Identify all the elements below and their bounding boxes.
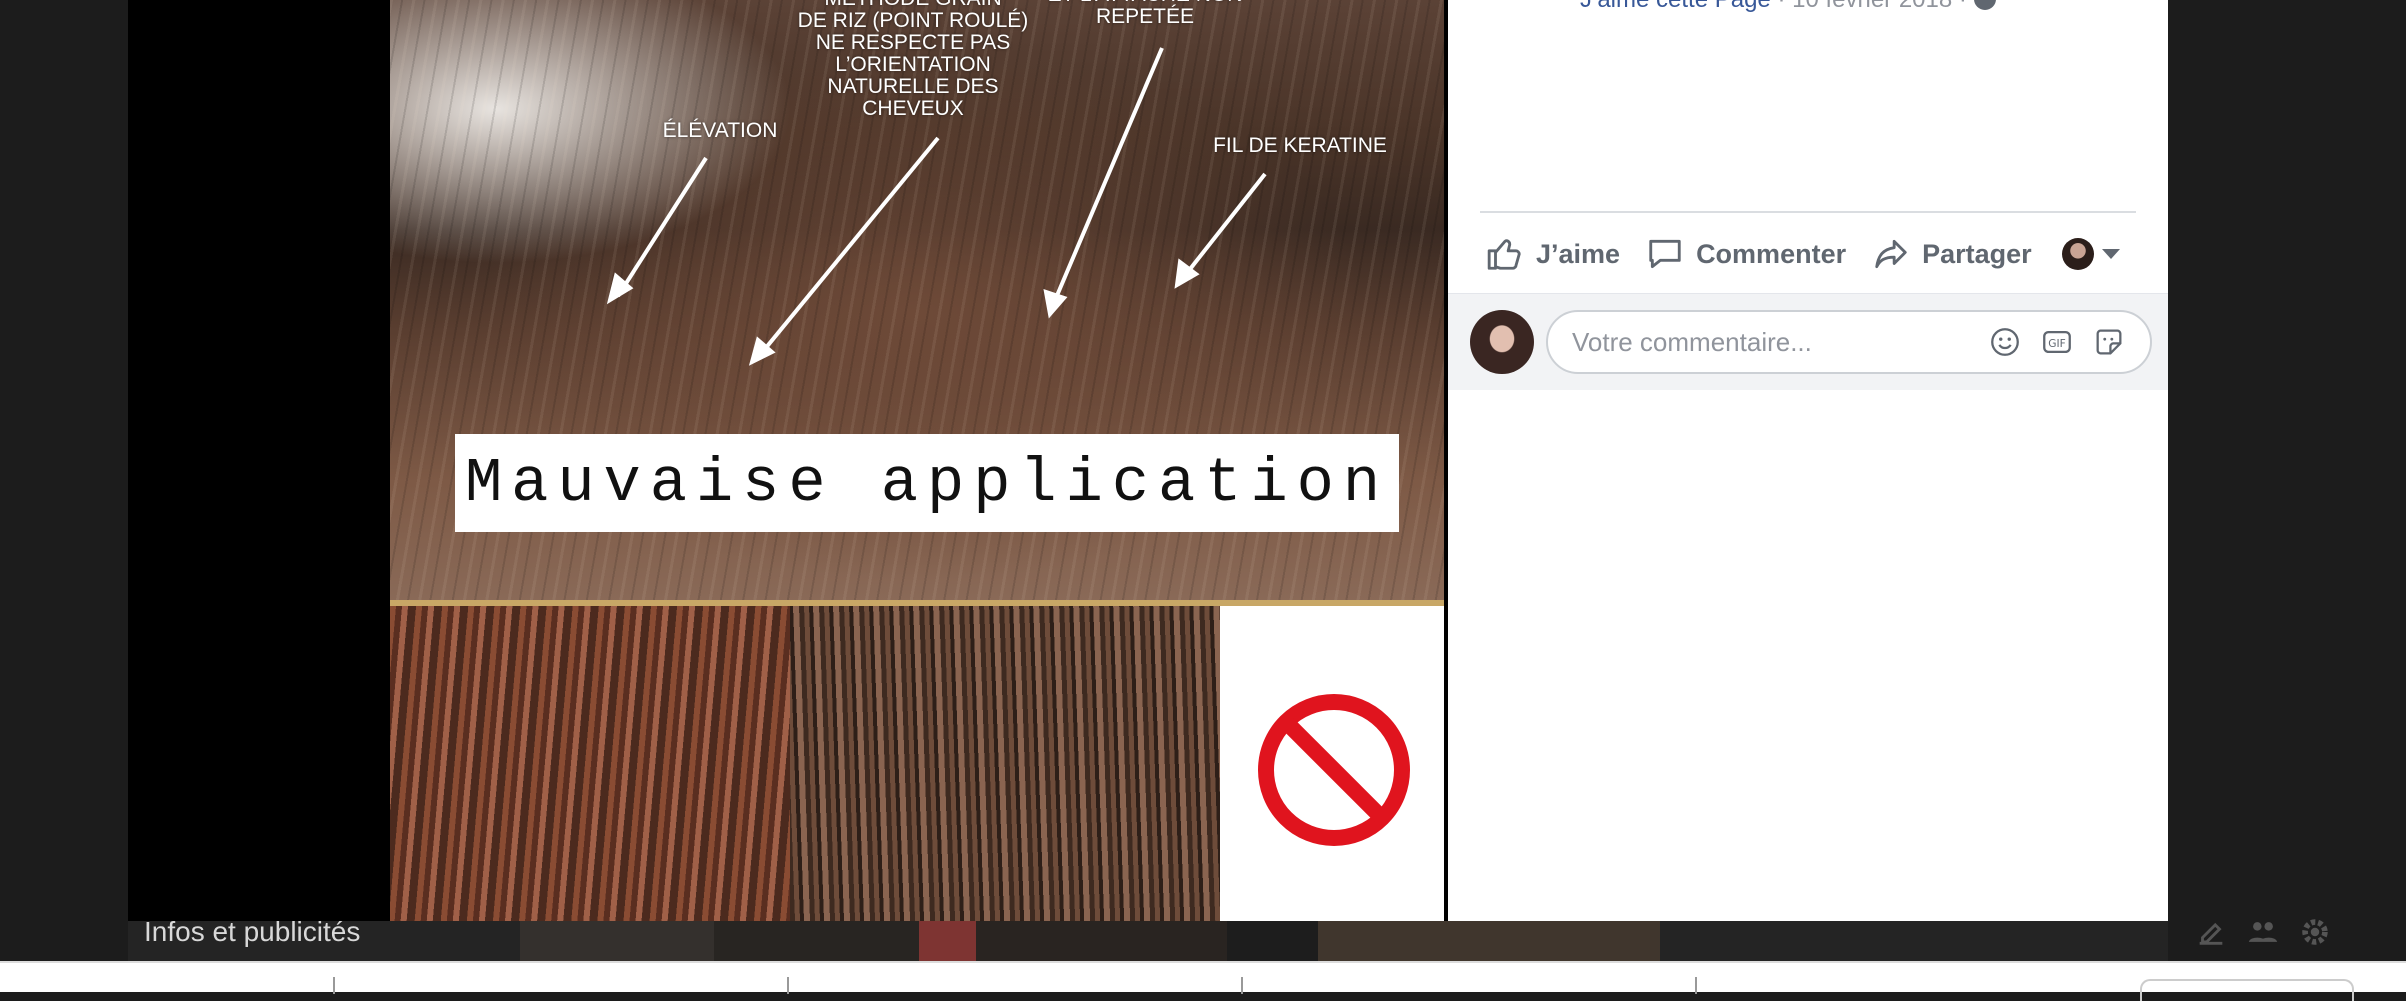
- label-keratine: FIL DE KERATINE: [1213, 134, 1387, 157]
- like-page-link[interactable]: J’aime cette Page: [1580, 0, 1771, 13]
- caption-text: Mauvaise application: [464, 447, 1390, 519]
- bottom-separator: [1241, 977, 1243, 994]
- actions-divider: [1480, 211, 2136, 213]
- share-label: Partager: [1922, 238, 2032, 269]
- post-date[interactable]: 10 février 2018: [1792, 0, 1952, 13]
- comment-label: Commenter: [1696, 238, 1847, 269]
- caret-down-icon: [2101, 249, 2120, 259]
- label-elevation: ÉLÉVATION: [662, 119, 778, 142]
- meta-separator: ·: [1952, 0, 1973, 13]
- bottom-separator: [1695, 977, 1697, 994]
- bottom-separator: [333, 977, 335, 994]
- post-actions: J’aime Commenter Partager: [1486, 228, 2120, 280]
- svg-text:GIF: GIF: [2048, 337, 2065, 350]
- comment-input[interactable]: Votre commentaire... GIF: [1546, 310, 2152, 374]
- photo-hair-bottom-left: [390, 606, 790, 921]
- underlay-tools: [2146, 902, 2406, 962]
- like-icon: [1487, 239, 1521, 270]
- bottom-bar: [0, 961, 2406, 1001]
- sticker-icon[interactable]: [2092, 325, 2126, 359]
- comment-placeholder: Votre commentaire...: [1572, 326, 1812, 357]
- like-button[interactable]: J’aime: [1486, 235, 1620, 273]
- emoji-icon[interactable]: [1988, 325, 2022, 359]
- globe-icon: [1973, 0, 1996, 10]
- comment-button[interactable]: Commenter: [1646, 235, 1846, 273]
- avatar: [1470, 310, 1534, 374]
- meta-separator: ·: [1771, 0, 1792, 13]
- caption-box: Mauvaise application: [455, 434, 1399, 532]
- photo-viewer[interactable]: MÉTHODE GRAIN DE RIZ (POINT ROULÉ) NE RE…: [128, 0, 1448, 921]
- settings-gear-icon[interactable]: [2298, 915, 2332, 949]
- label-methode: MÉTHODE GRAIN DE RIZ (POINT ROULÉ) NE RE…: [797, 0, 1029, 120]
- comment-input-tools: GIF: [1988, 325, 2126, 359]
- no-sign-icon: [1258, 694, 1410, 846]
- post-side-panel: J’aime cette Page · 10 février 2018 · J’…: [1448, 0, 2168, 921]
- share-button[interactable]: Partager: [1872, 235, 2032, 273]
- reaction-identity-selector[interactable]: [2061, 238, 2120, 270]
- avatar: [2061, 238, 2094, 270]
- photo-no-sign-panel: [1220, 606, 1444, 921]
- comment-icon: [1649, 239, 1681, 269]
- underlay-thumbnails: [520, 921, 1660, 961]
- gif-icon[interactable]: GIF: [2040, 325, 2074, 359]
- post-photo[interactable]: MÉTHODE GRAIN DE RIZ (POINT ROULÉ) NE RE…: [390, 0, 1444, 921]
- like-label: J’aime: [1536, 238, 1621, 269]
- comment-composer: Votre commentaire... GIF: [1448, 293, 2168, 390]
- bottom-bar-button[interactable]: [2140, 979, 2354, 1001]
- post-meta: J’aime cette Page · 10 février 2018 ·: [1580, 0, 1996, 14]
- share-icon: [1875, 239, 1907, 269]
- bottom-separator: [787, 977, 789, 994]
- photo-hair-bottom-middle: [790, 606, 1220, 921]
- edit-icon[interactable]: [2194, 915, 2228, 949]
- label-attache: ET L’ATTACHE NON REPETÉE: [1048, 0, 1243, 28]
- people-icon[interactable]: [2246, 915, 2280, 949]
